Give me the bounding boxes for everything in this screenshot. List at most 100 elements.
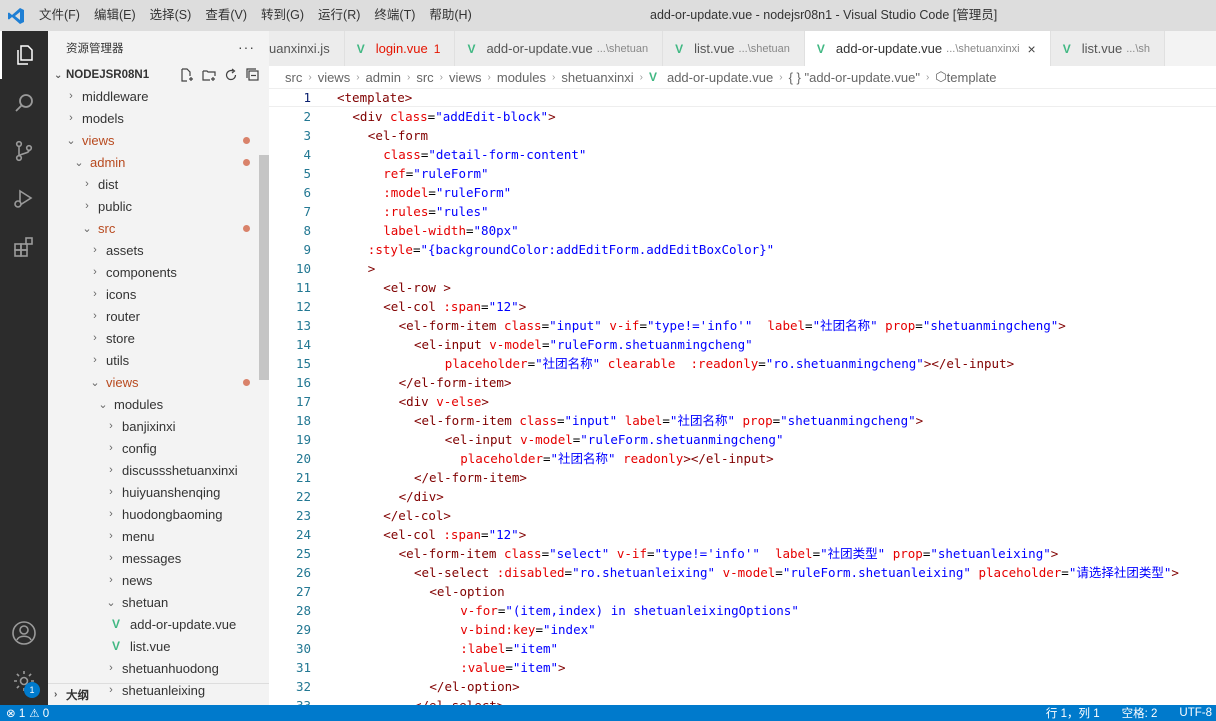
close-tab-icon[interactable]: ×	[1028, 41, 1036, 57]
chevron-right-icon: ›	[93, 332, 97, 344]
menu-item[interactable]: 编辑(E)	[87, 0, 143, 31]
editor-tab[interactable]: uanxinxi.js	[269, 31, 345, 66]
tree-item-label: dist	[98, 176, 119, 192]
tab-description: ...\shetuanxinxi	[946, 42, 1020, 55]
tree-item[interactable]: › discussshetuanxinxi	[48, 459, 258, 481]
breadcrumb-item[interactable]: src	[416, 70, 433, 85]
tree-item[interactable]: › assets	[48, 239, 258, 261]
tree-item-label: router	[106, 308, 140, 324]
tree-item[interactable]: › components	[48, 261, 258, 283]
tree-item[interactable]: › menu	[48, 525, 258, 547]
tree-item[interactable]: › middleware	[48, 85, 258, 107]
menu-item[interactable]: 文件(F)	[32, 0, 87, 31]
cursor-position[interactable]: 行 1，列 1	[1046, 705, 1100, 721]
tree-item[interactable]: › models	[48, 107, 258, 129]
code-line: v-for="(item,index) in shetuanleixingOpt…	[460, 603, 799, 618]
refresh-icon[interactable]	[223, 67, 239, 83]
tree-item[interactable]: Vlist.vue	[48, 635, 258, 657]
menu-item[interactable]: 运行(R)	[311, 0, 367, 31]
code-line: <el-form-item class="input" v-if="type!=…	[398, 318, 1066, 333]
breadcrumb-item[interactable]: modules	[497, 70, 546, 85]
problems-status[interactable]: ⊗ 1 ⚠ 0	[0, 706, 49, 720]
menu-item[interactable]: 选择(S)	[143, 0, 199, 31]
editor-tab[interactable]: Vlogin.vue 1	[344, 31, 456, 66]
vue-file-icon: V	[467, 41, 476, 56]
breadcrumb-item[interactable]: add-or-update.vue	[667, 70, 773, 85]
code-line: </el-select>	[414, 696, 504, 705]
breadcrumb-item[interactable]: views	[449, 70, 482, 85]
tree-item[interactable]: Vadd-or-update.vue	[48, 613, 258, 635]
account-icon[interactable]	[0, 609, 48, 657]
encoding[interactable]: UTF-8	[1179, 707, 1212, 719]
tree-item[interactable]: › public	[48, 195, 258, 217]
tree-item[interactable]: › news	[48, 569, 258, 591]
menu-item[interactable]: 转到(G)	[254, 0, 311, 31]
tree-item[interactable]: › store	[48, 327, 258, 349]
tree-item[interactable]: › config	[48, 437, 258, 459]
chevron-right-icon: ›	[93, 354, 97, 366]
search-icon[interactable]	[0, 79, 48, 127]
tree-item[interactable]: › banjixinxi	[48, 415, 258, 437]
breadcrumb-item[interactable]: admin	[366, 70, 401, 85]
extensions-icon[interactable]	[0, 223, 48, 271]
new-file-icon[interactable]	[179, 67, 195, 83]
outline-title: 大纲	[66, 689, 89, 702]
tree-item[interactable]: › huodongbaoming	[48, 503, 258, 525]
line-number: 28	[295, 603, 311, 618]
chevron-down-icon: ⌄	[82, 222, 92, 235]
editor-tab[interactable]: Vlist.vue ...\shetuan	[663, 31, 805, 66]
tree-item[interactable]: › router	[48, 305, 258, 327]
line-number: 11	[295, 280, 311, 295]
sidebar-scrollbar[interactable]	[259, 155, 269, 380]
outline-section[interactable]: › 大纲	[48, 683, 269, 705]
new-folder-icon[interactable]	[201, 67, 217, 83]
tree-item[interactable]: › messages	[48, 547, 258, 569]
explorer-icon[interactable]	[0, 31, 48, 79]
editor-tab[interactable]: Vadd-or-update.vue ...\shetuan	[455, 31, 664, 66]
breadcrumb-item[interactable]: views	[318, 70, 351, 85]
tree-item-label: models	[82, 110, 124, 126]
tree-item[interactable]: › utils	[48, 349, 258, 371]
tree-item[interactable]: › shetuanhuodong	[48, 657, 258, 679]
tab-label: list.vue	[1081, 41, 1123, 56]
tree-item[interactable]: › huiyuanshenqing	[48, 481, 258, 503]
code-editor[interactable]: 1 2 3 4 5 6 7 8 9 10 11 12 13 14 15 16 17 18 19 20 21 22 23 24 2…	[269, 88, 1216, 705]
breadcrumb-item[interactable]: { } "add-or-update.vue"	[789, 70, 920, 85]
chevron-right-icon: ›	[109, 574, 113, 586]
tree-item[interactable]: ⌄ admin	[48, 151, 258, 173]
tree-item[interactable]: › icons	[48, 283, 258, 305]
more-actions-icon[interactable]: ···	[238, 39, 255, 55]
run-debug-icon[interactable]	[0, 175, 48, 223]
menu-item[interactable]: 查看(V)	[198, 0, 254, 31]
breadcrumb-item[interactable]: template	[947, 70, 997, 85]
tree-item[interactable]: › dist	[48, 173, 258, 195]
editor-tab[interactable]: Vlist.vue ...\sh	[1050, 31, 1166, 66]
modified-dot	[243, 137, 250, 144]
window-title: add-or-update.vue - nodejsr08n1 - Visual…	[650, 8, 998, 22]
code-line: </el-col>	[383, 508, 451, 523]
breadcrumb-item[interactable]: shetuanxinxi	[561, 70, 633, 85]
settings-gear-icon[interactable]	[0, 657, 48, 705]
code-line: <el-row >	[383, 280, 451, 295]
editor-tab[interactable]: Vadd-or-update.vue ...\shetuanxinxi ×	[804, 31, 1051, 66]
line-number: 29	[295, 622, 311, 637]
modified-dot	[243, 379, 250, 386]
indentation[interactable]: 空格: 2	[1122, 705, 1158, 721]
source-control-icon[interactable]	[0, 127, 48, 175]
breadcrumb-item[interactable]: src	[285, 70, 302, 85]
tree-item[interactable]: ⌄ views	[48, 371, 258, 393]
code-line: <el-input v-model="ruleForm.shetuanmingc…	[444, 432, 784, 447]
collapse-all-icon[interactable]	[245, 67, 261, 83]
vue-file-icon: V	[1062, 41, 1071, 56]
line-number: 20	[295, 451, 311, 466]
code-line: <el-form	[367, 128, 429, 143]
project-root[interactable]: ⌄ NODEJSR08N1	[48, 64, 269, 86]
tree-item-label: store	[106, 330, 135, 346]
chevron-right-icon: ›	[487, 71, 491, 83]
tree-item[interactable]: ⌄ modules	[48, 393, 258, 415]
tree-item[interactable]: ⌄ shetuan	[48, 591, 258, 613]
tree-item[interactable]: ⌄ views	[48, 129, 258, 151]
tree-item[interactable]: ⌄ src	[48, 217, 258, 239]
menu-item[interactable]: 终端(T)	[367, 0, 422, 31]
menu-item[interactable]: 帮助(H)	[422, 0, 478, 31]
